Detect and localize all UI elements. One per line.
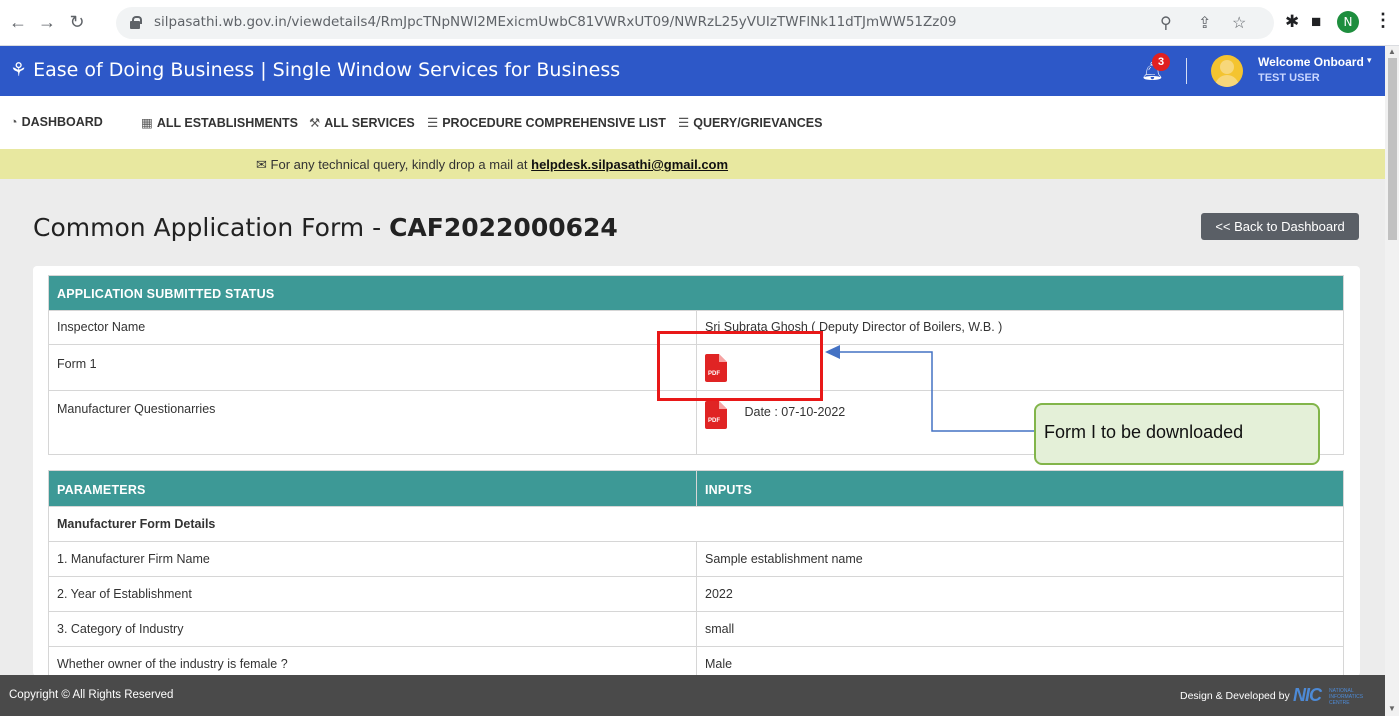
callout-text: Form I to be downloaded [1044, 422, 1244, 442]
footer: Copyright © All Rights Reserved Design &… [0, 675, 1385, 716]
callout-arrow [825, 345, 1034, 432]
copyright-text: Copyright © All Rights Reserved [9, 689, 174, 701]
nic-logo[interactable]: NIC NATIONAL INFORMATICS CENTRE [1293, 685, 1373, 706]
designed-by-text: Design & Developed by [1180, 690, 1290, 702]
